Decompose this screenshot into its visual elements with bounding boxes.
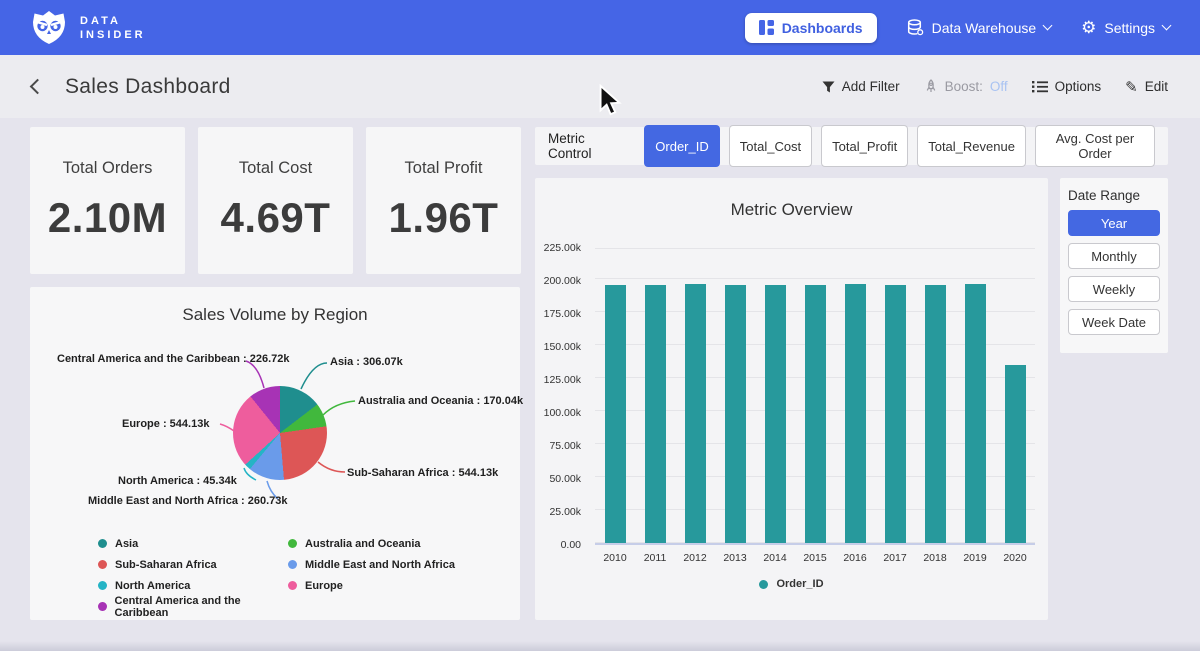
metric-button-total-revenue[interactable]: Total_Revenue xyxy=(917,125,1026,167)
date-range-button-weekly[interactable]: Weekly xyxy=(1068,276,1160,302)
metric-buttons: Order_IDTotal_CostTotal_ProfitTotal_Reve… xyxy=(644,125,1155,167)
dashboards-button[interactable]: Dashboards xyxy=(745,13,877,43)
date-range-button-monthly[interactable]: Monthly xyxy=(1068,243,1160,269)
pie-legend-item-europe[interactable]: Europe xyxy=(288,575,478,596)
dashboard-grid-icon xyxy=(759,20,774,35)
metric-overview-chart-card: Metric Overview 225.00k200.00k175.00k150… xyxy=(535,178,1048,620)
back-button[interactable] xyxy=(30,79,46,95)
pie-callout-subsaharan-africa: Sub-Saharan Africa : 544.13k xyxy=(347,467,498,479)
pie-callout-europe: Europe : 544.13k xyxy=(122,418,209,430)
pie-legend: AsiaSub-Saharan AfricaNorth AmericaCentr… xyxy=(98,533,478,617)
page-title: Sales Dashboard xyxy=(65,75,231,99)
metric-button-order-id[interactable]: Order_ID xyxy=(644,125,719,167)
pencil-icon: ✎ xyxy=(1125,78,1138,96)
kpi-card-total-cost: Total Cost 4.69T xyxy=(198,127,353,274)
kpi-value: 1.96T xyxy=(389,194,499,242)
kpi-value: 4.69T xyxy=(221,194,331,242)
kpi-card-total-profit: Total Profit 1.96T xyxy=(366,127,521,274)
date-range-label: Date Range xyxy=(1068,188,1160,203)
bar-xaxis: 2010201120122013201420152016201720182019… xyxy=(595,552,1035,564)
brand-text: DATA INSIDER xyxy=(80,14,146,42)
metric-button-total-cost[interactable]: Total_Cost xyxy=(729,125,812,167)
bar-2018[interactable] xyxy=(915,249,955,543)
pie-callout-north-america: North America : 45.34k xyxy=(118,475,237,487)
pie-legend-item-middle-east-and-north-africa[interactable]: Middle East and North Africa xyxy=(288,554,478,575)
date-range-button-year[interactable]: Year xyxy=(1068,210,1160,236)
bar-2015[interactable] xyxy=(795,249,835,543)
kpi-label: Total Profit xyxy=(405,159,483,178)
pie-callout-central-america: Central America and the Caribbean : 226.… xyxy=(57,353,290,365)
bar-2012[interactable] xyxy=(675,249,715,543)
pie[interactable] xyxy=(233,386,327,480)
pie-callout-asia: Asia : 306.07k xyxy=(330,356,403,368)
bar-chart-legend: Order_ID xyxy=(535,578,1048,590)
metric-control-label: Metric Control xyxy=(548,131,629,161)
sales-volume-chart-card: Sales Volume by Region Asia : 306.07k Au… xyxy=(30,287,520,620)
kpi-label: Total Cost xyxy=(239,159,312,178)
boost-toggle[interactable]: Boost: Off xyxy=(924,79,1008,94)
bar-yaxis: 225.00k200.00k175.00k150.00k125.00k100.0… xyxy=(535,248,587,545)
date-range-panel: Date Range Year Monthly Weekly Week Date xyxy=(1060,178,1168,353)
bar-chart-title: Metric Overview xyxy=(535,200,1048,220)
pie-callout-australia: Australia and Oceania : 170.04k xyxy=(358,395,523,407)
pie-legend-item-australia-and-oceania[interactable]: Australia and Oceania xyxy=(288,533,478,554)
kpi-value: 2.10M xyxy=(48,194,167,242)
pie-chart-title: Sales Volume by Region xyxy=(30,305,520,325)
page-header: Sales Dashboard Add Filter Boost: Off Op… xyxy=(0,55,1200,118)
database-icon xyxy=(907,19,924,36)
gear-icon: ⚙ xyxy=(1081,19,1096,36)
bar-2014[interactable] xyxy=(755,249,795,543)
date-range-button-week-date[interactable]: Week Date xyxy=(1068,309,1160,335)
legend-dot xyxy=(759,580,768,589)
pie-legend-item-asia[interactable]: Asia xyxy=(98,533,288,554)
pie-legend-item-sub-saharan-africa[interactable]: Sub-Saharan Africa xyxy=(98,554,288,575)
bar-2019[interactable] xyxy=(955,249,995,543)
bar-2016[interactable] xyxy=(835,249,875,543)
options-button[interactable]: Options xyxy=(1032,79,1102,94)
brand-logo[interactable]: DATA INSIDER xyxy=(30,10,146,46)
chevron-down-icon xyxy=(1043,21,1053,31)
add-filter-button[interactable]: Add Filter xyxy=(822,79,900,94)
options-list-icon xyxy=(1032,80,1048,93)
edit-button[interactable]: ✎ Edit xyxy=(1125,78,1168,96)
pie-callout-middle-east-north-africa: Middle East and North Africa : 260.73k xyxy=(88,495,287,507)
top-navbar: DATA INSIDER Dashboards Data Warehouse ⚙ xyxy=(0,0,1200,55)
kpi-card-total-orders: Total Orders 2.10M xyxy=(30,127,185,274)
pie-legend-item-central-america-and-the-caribbean[interactable]: Central America and the Caribbean xyxy=(98,596,288,617)
filter-funnel-icon xyxy=(822,81,835,93)
data-warehouse-menu[interactable]: Data Warehouse xyxy=(907,19,1052,36)
settings-menu[interactable]: ⚙ Settings xyxy=(1081,19,1170,36)
bar-plot xyxy=(595,248,1035,545)
owl-logo-icon xyxy=(30,10,68,46)
chevron-down-icon xyxy=(1162,21,1172,31)
metric-button-avg-cost-per-order[interactable]: Avg. Cost per Order xyxy=(1035,125,1155,167)
rocket-icon xyxy=(924,79,938,94)
metric-control-bar: Metric Control Order_IDTotal_CostTotal_P… xyxy=(535,127,1168,165)
bar-2017[interactable] xyxy=(875,249,915,543)
boost-status: Off xyxy=(990,79,1008,94)
kpi-label: Total Orders xyxy=(63,159,153,178)
bar-2013[interactable] xyxy=(715,249,755,543)
pie-legend-item-north-america[interactable]: North America xyxy=(98,575,288,596)
bar-2010[interactable] xyxy=(595,249,635,543)
bar-2020[interactable] xyxy=(995,249,1035,543)
metric-button-total-profit[interactable]: Total_Profit xyxy=(821,125,908,167)
bar-2011[interactable] xyxy=(635,249,675,543)
date-range-buttons: Year Monthly Weekly Week Date xyxy=(1068,210,1160,335)
